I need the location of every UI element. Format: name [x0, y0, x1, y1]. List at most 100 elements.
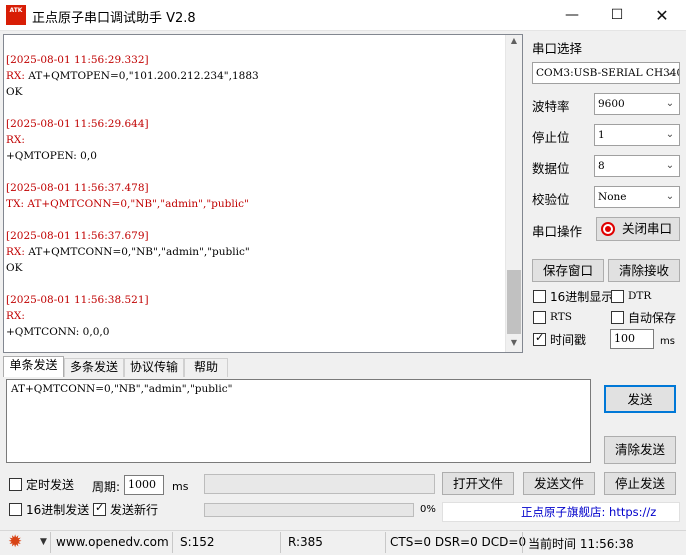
baud-select[interactable]: 9600 ⌄: [594, 93, 680, 115]
send-textarea[interactable]: AT+QMTCONN=0,"NB","admin","public": [6, 379, 591, 463]
chevron-down-icon: ⌄: [665, 129, 675, 140]
data-bits-value: 8: [598, 160, 605, 172]
clear-receive-button[interactable]: 清除接收: [608, 259, 680, 282]
log-direction-prefix: RX:: [6, 134, 29, 146]
led-dot-icon: [605, 226, 611, 232]
send-newline-label: 发送新行: [110, 503, 159, 517]
log-direction-prefix: RX:: [6, 70, 29, 82]
hex-send-label: 16进制发送: [26, 503, 90, 517]
period-unit: ms: [172, 480, 189, 493]
log-line: [2025-08-01 11:56:29.332]: [6, 52, 259, 68]
receive-textarea[interactable]: [2025-08-01 11:56:29.332] RX: AT+QMTOPEN=…: [3, 34, 523, 353]
log-text: [2025-08-01 11:56:29.332]: [6, 54, 149, 66]
timed-send-label: 定时发送: [26, 478, 75, 492]
log-direction-prefix: RX:: [6, 246, 29, 258]
timestamp-unit: ms: [660, 336, 675, 347]
stop-bits-select[interactable]: 1 ⌄: [594, 124, 680, 146]
website-link[interactable]: www.openedv.com: [56, 535, 169, 549]
store-link-banner[interactable]: 正点原子旗舰店: https://z: [442, 502, 680, 522]
open-file-button[interactable]: 打开文件: [442, 472, 514, 495]
clear-send-button[interactable]: 清除发送: [604, 436, 676, 464]
log-line: RX:: [6, 308, 259, 324]
data-bits-select[interactable]: 8 ⌄: [594, 155, 680, 177]
log-line: RX: AT+QMTOPEN=0,"101.200.212.234",1883: [6, 68, 259, 84]
period-input[interactable]: 1000: [124, 475, 164, 495]
settings-gear-icon[interactable]: ✹: [8, 532, 30, 552]
chevron-down-icon: ⌄: [665, 67, 675, 78]
send-file-button[interactable]: 发送文件: [523, 472, 595, 495]
status-divider: [385, 532, 386, 553]
baud-label: 波特率: [532, 99, 570, 114]
chevron-down-icon[interactable]: ▼: [40, 537, 47, 547]
log-line: TX: AT+QMTCONN=0,"NB","admin","public": [6, 196, 259, 212]
auto-save-checkbox[interactable]: [611, 311, 624, 324]
scroll-down-arrow-icon[interactable]: ▼: [508, 338, 520, 350]
tab-single-send[interactable]: 单条发送: [3, 356, 64, 377]
receive-count: R:385: [288, 535, 323, 549]
scroll-up-arrow-icon[interactable]: ▲: [508, 36, 520, 48]
send-progress-text: 0%: [420, 504, 436, 515]
log-text: OK: [6, 262, 23, 274]
log-line: +QMTCONN: 0,0,0: [6, 324, 259, 340]
status-divider: [280, 532, 281, 553]
hex-send-checkbox[interactable]: [9, 503, 22, 516]
dtr-label: DTR: [628, 290, 652, 302]
close-port-button[interactable]: 关闭串口: [596, 217, 680, 241]
receive-log: [2025-08-01 11:56:29.332] RX: AT+QMTOPEN=…: [6, 52, 259, 340]
hex-display-checkbox[interactable]: [533, 290, 546, 303]
log-line: [2025-08-01 11:56:38.521]: [6, 292, 259, 308]
timestamp-checkbox[interactable]: [533, 331, 546, 346]
parity-select[interactable]: None ⌄: [594, 186, 680, 208]
hex-display-label: 16进制显示: [550, 290, 614, 304]
status-divider: [50, 532, 51, 553]
log-text: +QMTOPEN: 0,0: [6, 150, 97, 162]
timed-send-checkbox[interactable]: [9, 478, 22, 491]
baud-select-value: 9600: [598, 98, 625, 110]
log-direction-prefix: RX:: [6, 310, 29, 322]
log-line: OK: [6, 260, 259, 276]
log-text: +QMTCONN: 0,0,0: [6, 326, 110, 338]
log-text: [2025-08-01 11:56:38.521]: [6, 294, 149, 306]
send-count: S:152: [180, 535, 215, 549]
tab-help[interactable]: 帮助: [184, 358, 228, 377]
stop-bits-label: 停止位: [532, 130, 570, 145]
log-text: [2025-08-01 11:56:37.478]: [6, 182, 149, 194]
current-time: 当前时间 11:56:38: [528, 537, 634, 551]
log-text: AT+QMTCONN=0,"NB","admin","public": [27, 198, 249, 210]
send-button[interactable]: 发送: [604, 385, 676, 413]
file-path-field[interactable]: [204, 474, 435, 494]
status-divider: [522, 532, 523, 553]
receive-scrollbar-thumb[interactable]: [507, 270, 521, 334]
log-direction-prefix: TX:: [6, 198, 28, 210]
rts-checkbox[interactable]: [533, 311, 546, 324]
log-line: [2025-08-01 11:56:37.478]: [6, 180, 259, 196]
period-label: 周期:: [92, 480, 121, 494]
chevron-down-icon: ⌄: [665, 160, 675, 171]
modem-signals: CTS=0 DSR=0 DCD=0: [390, 535, 527, 549]
stop-send-button[interactable]: 停止发送: [604, 472, 676, 495]
tab-protocol[interactable]: 协议传输: [124, 358, 184, 377]
timestamp-interval-input[interactable]: 100: [610, 329, 654, 349]
minimize-button[interactable]: —: [549, 0, 595, 31]
log-line: [2025-08-01 11:56:29.644]: [6, 116, 259, 132]
timestamp-label: 时间戳: [550, 333, 587, 347]
log-line: OK: [6, 84, 259, 100]
log-line: RX: AT+QMTCONN=0,"NB","admin","public": [6, 244, 259, 260]
data-bits-label: 数据位: [532, 161, 570, 176]
log-line: RX:: [6, 132, 259, 148]
chevron-down-icon: ⌄: [665, 191, 675, 202]
send-newline-checkbox[interactable]: [93, 501, 106, 516]
tab-multi-send[interactable]: 多条发送: [64, 358, 124, 377]
parity-label: 校验位: [532, 192, 570, 207]
save-window-button[interactable]: 保存窗口: [532, 259, 604, 282]
port-select-label: 串口选择: [532, 41, 583, 56]
window-title: 正点原子串口调试助手 V2.8: [32, 11, 196, 26]
dtr-checkbox[interactable]: [611, 290, 624, 303]
parity-value: None: [598, 191, 627, 203]
log-text: [2025-08-01 11:56:37.679]: [6, 230, 149, 242]
port-select[interactable]: COM3:USB-SERIAL CH340 ⌄: [532, 62, 680, 84]
maximize-button[interactable]: ☐: [594, 0, 640, 31]
close-window-button[interactable]: ✕: [639, 0, 685, 31]
